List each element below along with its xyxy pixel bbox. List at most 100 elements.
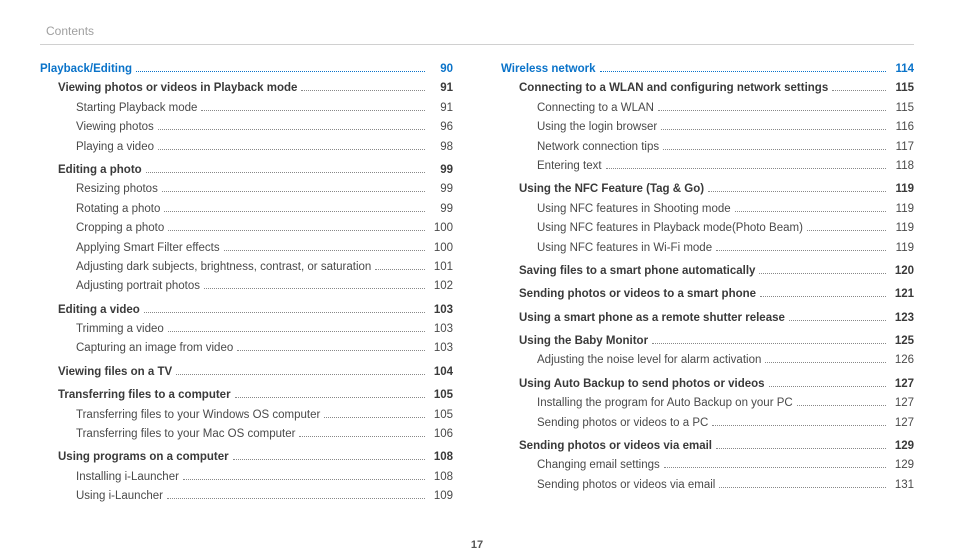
toc-entry-page: 114 (890, 60, 914, 78)
toc-entry-page: 127 (890, 375, 914, 393)
toc-entry[interactable]: Using programs on a computer 108 (40, 448, 453, 466)
toc-entry[interactable]: Using Auto Backup to send photos or vide… (501, 375, 914, 393)
toc-leader-dots (167, 498, 425, 499)
toc-entry-page: 103 (429, 301, 453, 319)
toc-entry[interactable]: Editing a photo99 (40, 161, 453, 179)
toc-entry[interactable]: Using the login browser116 (501, 118, 914, 136)
toc-entry[interactable]: Transferring files to a computer105 (40, 386, 453, 404)
toc-entry[interactable]: Transferring files to your Mac OS comput… (40, 425, 453, 443)
toc-entry[interactable]: Viewing files on a TV104 (40, 363, 453, 381)
toc-leader-dots (712, 425, 886, 426)
toc-entry-label: Using programs on a computer (58, 448, 229, 466)
contents-header: Contents (40, 24, 914, 38)
toc-entry[interactable]: Installing the program for Auto Backup o… (501, 394, 914, 412)
toc-section-title[interactable]: Wireless network 114 (501, 60, 914, 78)
toc-entry[interactable]: Installing i-Launcher108 (40, 468, 453, 486)
toc-entry[interactable]: Editing a video103 (40, 301, 453, 319)
toc-column-right: Wireless network 114 Connecting to a WLAN … (501, 59, 914, 507)
toc-entry-page: 108 (429, 448, 453, 466)
toc-entry-label: Cropping a photo (76, 219, 164, 237)
toc-entry[interactable]: Using NFC features in Wi-Fi mode119 (501, 239, 914, 257)
toc-entry[interactable]: Using NFC features in Playback mode(Phot… (501, 219, 914, 237)
toc-entry[interactable]: Viewing photos96 (40, 118, 453, 136)
toc-entry-label: Connecting to a WLAN and configuring net… (519, 79, 828, 97)
toc-entry-label: Saving files to a smart phone automatica… (519, 262, 755, 280)
toc-entry[interactable]: Adjusting dark subjects, brightness, con… (40, 258, 453, 276)
toc-entry[interactable]: Viewing photos or videos in Playback mod… (40, 79, 453, 97)
toc-entry-page: 123 (890, 309, 914, 327)
toc-entry[interactable]: Capturing an image from video103 (40, 339, 453, 357)
toc-entry-page: 127 (890, 394, 914, 412)
toc-entry[interactable]: Sending photos or videos via email129 (501, 437, 914, 455)
toc-leader-dots (769, 386, 886, 387)
toc-entry-page: 117 (890, 138, 914, 156)
toc-entry-label: Playback/Editing (40, 60, 132, 78)
toc-entry-page: 102 (429, 277, 453, 295)
toc-entry-label: Adjusting dark subjects, brightness, con… (76, 258, 371, 276)
toc-entry-page: 101 (429, 258, 453, 276)
toc-entry-page: 125 (890, 332, 914, 350)
toc-entry[interactable]: Rotating a photo99 (40, 200, 453, 218)
toc-entry[interactable]: Playing a video98 (40, 138, 453, 156)
toc-entry-page: 100 (429, 219, 453, 237)
toc-entry-label: Sending photos or videos to a smart phon… (519, 285, 756, 303)
toc-leader-dots (136, 71, 425, 72)
toc-leader-dots (765, 362, 886, 363)
toc-entry[interactable]: Connecting to a WLAN and configuring net… (501, 79, 914, 97)
toc-entry-label: Rotating a photo (76, 200, 160, 218)
toc-entry[interactable]: Cropping a photo 100 (40, 219, 453, 237)
toc-leader-dots (719, 487, 886, 488)
toc-entry-label: Viewing files on a TV (58, 363, 172, 381)
toc-entry[interactable]: Entering text118 (501, 157, 914, 175)
toc-leader-dots (606, 168, 886, 169)
toc-entry[interactable]: Adjusting the noise level for alarm acti… (501, 351, 914, 369)
toc-entry-page: 115 (890, 79, 914, 97)
toc-entry-page: 99 (429, 161, 453, 179)
toc-entry[interactable]: Changing email settings129 (501, 456, 914, 474)
toc-leader-dots (708, 191, 886, 192)
toc-entry-label: Using NFC features in Wi-Fi mode (537, 239, 712, 257)
toc-leader-dots (716, 448, 886, 449)
toc-section-title[interactable]: Playback/Editing90 (40, 60, 453, 78)
toc-leader-dots (375, 269, 425, 270)
toc-entry[interactable]: Using NFC features in Shooting mode119 (501, 200, 914, 218)
toc-entry-label: Using the Baby Monitor (519, 332, 648, 350)
toc-entry-label: Using the NFC Feature (Tag & Go) (519, 180, 704, 198)
toc-entry[interactable]: Using i-Launcher109 (40, 487, 453, 505)
toc-entry-label: Sending photos or videos to a PC (537, 414, 708, 432)
toc-leader-dots (789, 320, 886, 321)
toc-entry-page: 129 (890, 437, 914, 455)
toc-entry-label: Using a smart phone as a remote shutter … (519, 309, 785, 327)
toc-entry[interactable]: Saving files to a smart phone automatica… (501, 262, 914, 280)
toc-entry[interactable]: Sending photos or videos via email131 (501, 476, 914, 494)
page-number: 17 (0, 539, 954, 551)
toc-entry[interactable]: Resizing photos99 (40, 180, 453, 198)
toc-entry[interactable]: Trimming a video103 (40, 320, 453, 338)
toc-entry[interactable]: Using a smart phone as a remote shutter … (501, 309, 914, 327)
toc-entry-page: 119 (890, 219, 914, 237)
header-divider (40, 44, 914, 45)
toc-entry-label: Using i-Launcher (76, 487, 163, 505)
toc-entry-page: 91 (429, 79, 453, 97)
toc-entry[interactable]: Connecting to a WLAN115 (501, 99, 914, 117)
toc-entry[interactable]: Using the Baby Monitor 125 (501, 332, 914, 350)
toc-entry[interactable]: Applying Smart Filter effects100 (40, 239, 453, 257)
toc-entry-label: Using NFC features in Shooting mode (537, 200, 731, 218)
toc-entry-label: Wireless network (501, 60, 596, 78)
toc-entry[interactable]: Network connection tips 117 (501, 138, 914, 156)
toc-entry[interactable]: Adjusting portrait photos102 (40, 277, 453, 295)
toc-entry[interactable]: Sending photos or videos to a PC127 (501, 414, 914, 432)
toc-leader-dots (146, 172, 425, 173)
toc-leader-dots (299, 436, 425, 437)
toc-leader-dots (168, 331, 425, 332)
toc-entry-page: 126 (890, 351, 914, 369)
toc-entry[interactable]: Using the NFC Feature (Tag & Go)119 (501, 180, 914, 198)
toc-entry-label: Using the login browser (537, 118, 657, 136)
toc-entry[interactable]: Sending photos or videos to a smart phon… (501, 285, 914, 303)
toc-entry[interactable]: Transferring files to your Windows OS co… (40, 406, 453, 424)
toc-entry[interactable]: Starting Playback mode91 (40, 99, 453, 117)
toc-entry-label: Network connection tips (537, 138, 659, 156)
toc-leader-dots (201, 110, 425, 111)
toc-entry-page: 99 (429, 180, 453, 198)
toc-entry-page: 105 (429, 406, 453, 424)
